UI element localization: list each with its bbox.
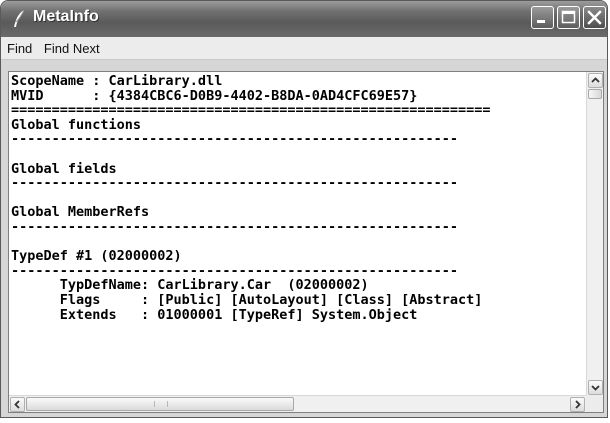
window-title: MetaInfo bbox=[33, 8, 99, 25]
text-line: Global fields bbox=[11, 160, 117, 177]
menu-bar: Find Find Next bbox=[1, 37, 607, 60]
scroll-right-button[interactable] bbox=[570, 397, 585, 412]
text-line: Global functions bbox=[11, 116, 142, 133]
vertical-scrollbar[interactable] bbox=[586, 72, 603, 396]
text-line: Flags : [Public] [AutoLayout] [Class] [A… bbox=[11, 291, 483, 308]
title-bar[interactable]: MetaInfo bbox=[1, 1, 607, 37]
text-line: TypDefName: CarLibrary.Car (02000002) bbox=[11, 277, 369, 294]
horizontal-scroll-thumb[interactable] bbox=[26, 397, 294, 411]
text-line: ----------------------------------------… bbox=[11, 218, 459, 235]
text-line: ----------------------------------------… bbox=[11, 131, 459, 148]
text-content-area[interactable]: ScopeName : CarLibrary.dll MVID : {4384C… bbox=[9, 72, 586, 396]
scroll-left-button[interactable] bbox=[10, 397, 25, 412]
metadata-dump: ScopeName : CarLibrary.dll MVID : {4384C… bbox=[9, 72, 586, 322]
text-line: TypeDef #1 (02000002) bbox=[11, 248, 182, 265]
menu-find[interactable]: Find bbox=[1, 37, 36, 56]
menu-find-next[interactable]: Find Next bbox=[40, 37, 104, 56]
maximize-button[interactable] bbox=[557, 6, 580, 29]
text-line: ========================================… bbox=[11, 102, 491, 119]
text-line: Global MemberRefs bbox=[11, 204, 150, 221]
scroll-up-button[interactable] bbox=[588, 73, 603, 88]
quill-icon bbox=[11, 9, 27, 29]
scrollbar-corner bbox=[586, 395, 603, 412]
text-line: Extends : 01000001 [TypeRef] System.Obje… bbox=[11, 306, 418, 323]
scroll-thumb-grip bbox=[154, 401, 168, 407]
text-line: MVID : {4384CBC6-D0B9-4402-B8DA-0AD4CFC6… bbox=[11, 87, 418, 104]
text-line: ----------------------------------------… bbox=[11, 262, 459, 279]
scroll-down-button[interactable] bbox=[588, 380, 603, 395]
close-button[interactable] bbox=[583, 6, 606, 29]
vertical-scroll-thumb[interactable] bbox=[588, 89, 602, 99]
metadata-text-view[interactable]: ScopeName : CarLibrary.dll MVID : {4384C… bbox=[8, 71, 604, 413]
text-line: ----------------------------------------… bbox=[11, 175, 459, 192]
main-window: MetaInfo Find Find Next ScopeName : CarL… bbox=[0, 0, 608, 418]
minimize-button[interactable] bbox=[531, 6, 554, 29]
text-line: ScopeName : CarLibrary.dll bbox=[11, 73, 223, 89]
horizontal-scrollbar[interactable] bbox=[9, 395, 586, 412]
